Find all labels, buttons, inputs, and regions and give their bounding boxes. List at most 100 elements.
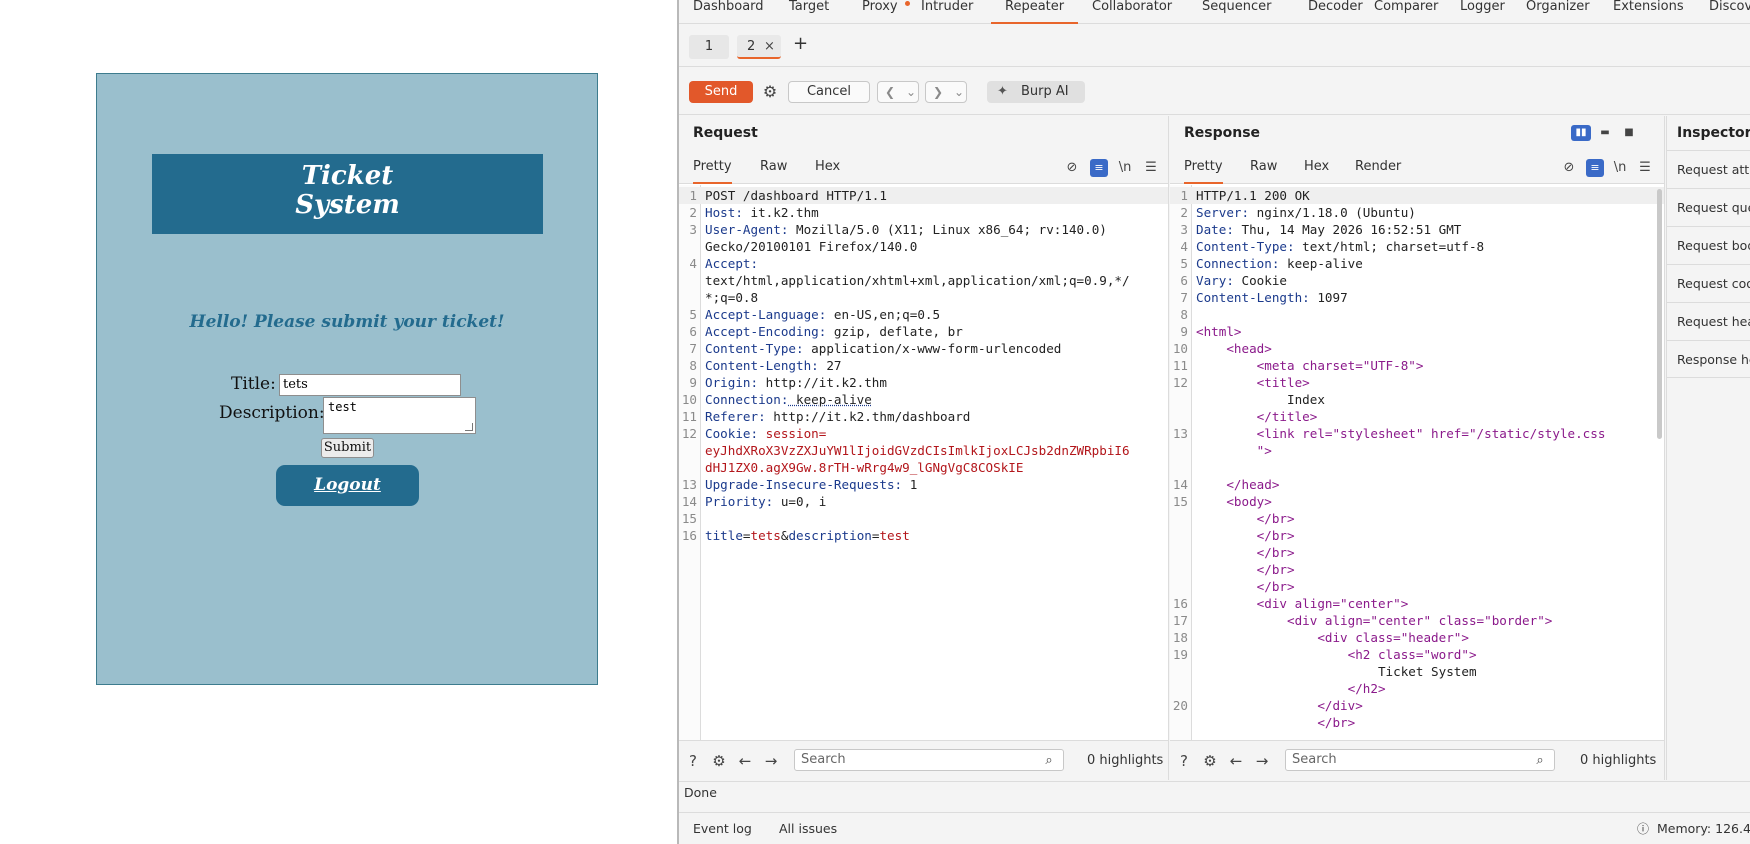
help-icon[interactable]: ? xyxy=(1174,751,1194,771)
line-content: </br> xyxy=(1196,561,1295,578)
line-number: 4 xyxy=(1180,239,1188,254)
response-view-tabs: Pretty Raw Hex Render ⊘ ≡ \n ☰ xyxy=(1170,150,1664,184)
menu-icon[interactable]: ☰ xyxy=(1636,159,1654,177)
inspector-response-headers[interactable]: Response headers xyxy=(1667,340,1750,378)
request-search-input[interactable]: Search xyxy=(794,749,1064,771)
line-content: <body> xyxy=(1196,493,1272,510)
tab-comparer[interactable]: Comparer xyxy=(1374,0,1438,24)
html-markup: </h2> xyxy=(1196,681,1386,696)
repeater-tab-2[interactable]: 2 × xyxy=(737,35,781,59)
wrap-icon[interactable]: ≡ xyxy=(1586,159,1604,177)
tab-extensions[interactable]: Extensions xyxy=(1613,0,1684,24)
burp-ai-button[interactable]: ✦ Burp AI xyxy=(987,81,1085,103)
tab-organizer[interactable]: Organizer xyxy=(1526,0,1590,24)
response-line: </br> xyxy=(1170,561,1664,578)
title-input[interactable]: tets xyxy=(279,374,461,396)
line-number: 17 xyxy=(1172,613,1188,628)
tab-logger[interactable]: Logger xyxy=(1460,0,1505,24)
layout-split-icon[interactable]: ▮▮ xyxy=(1571,125,1591,141)
response-line: 9 <html> xyxy=(1170,323,1664,340)
line-number: 13 xyxy=(681,477,697,492)
request-line: *;q=0.8 xyxy=(679,289,1168,306)
inspector-request-cookies[interactable]: Request cookies xyxy=(1667,264,1750,302)
line-number: 3 xyxy=(689,222,697,237)
header-name: Content-Type: xyxy=(705,341,804,356)
inspector-request-headers[interactable]: Request headers xyxy=(1667,302,1750,340)
response-line: 13 <link rel="stylesheet" href="/static/… xyxy=(1170,425,1664,442)
response-tab-render[interactable]: Render xyxy=(1355,150,1401,184)
line-number: 12 xyxy=(1172,375,1188,390)
response-line: 12 <title> xyxy=(1170,374,1664,391)
line-number: 11 xyxy=(681,409,697,424)
hide-icon[interactable]: ⊘ xyxy=(1560,159,1578,177)
html-markup: <div align="center" class="border"> xyxy=(1196,613,1553,628)
next-arrow-icon[interactable]: → xyxy=(761,751,781,771)
tab-proxy[interactable]: Proxy xyxy=(862,0,898,24)
request-tab-pretty[interactable]: Pretty xyxy=(693,150,732,184)
back-arrow-icon[interactable]: ❮ xyxy=(885,82,895,102)
logout-button[interactable]: Logout xyxy=(276,465,419,506)
inspector-request-body[interactable]: Request body parameters xyxy=(1667,226,1750,264)
response-line: 16 <div align="center"> xyxy=(1170,595,1664,612)
header-line-2: System xyxy=(295,190,400,220)
hide-icon[interactable]: ⊘ xyxy=(1063,159,1081,177)
next-arrow-icon[interactable]: → xyxy=(1252,751,1272,771)
header-value: 27 xyxy=(818,358,842,373)
response-pane: Response ▮▮ ▬ ■ Pretty Raw Hex Render ⊘ … xyxy=(1170,116,1665,780)
layout-rows-icon[interactable]: ▬ xyxy=(1595,125,1615,141)
header-name: Priority: xyxy=(705,494,774,509)
layout-single-icon[interactable]: ■ xyxy=(1619,125,1639,141)
forward-dropdown-icon[interactable]: ⌄ xyxy=(954,82,964,102)
close-tab-icon[interactable]: × xyxy=(764,35,775,59)
request-tab-hex[interactable]: Hex xyxy=(815,150,840,184)
tab-decoder[interactable]: Decoder xyxy=(1308,0,1363,24)
inspector-request-query[interactable]: Request query parameters xyxy=(1667,188,1750,226)
help-icon[interactable]: ? xyxy=(683,751,703,771)
description-label: Description: xyxy=(219,403,325,423)
inspector-request-attributes[interactable]: Request attributes xyxy=(1667,150,1750,188)
forward-arrow-icon[interactable]: ❯ xyxy=(933,82,943,102)
tab-collaborator[interactable]: Collaborator xyxy=(1092,0,1172,24)
request-editor[interactable]: 1 POST /dashboard HTTP/1.1 2 Host: it.k2.th… xyxy=(679,185,1168,740)
cancel-button[interactable]: Cancel xyxy=(788,81,870,103)
header-value: text/html; charset=utf-8 xyxy=(1294,239,1485,254)
request-tab-raw[interactable]: Raw xyxy=(760,150,787,184)
back-dropdown-icon[interactable]: ⌄ xyxy=(906,82,916,102)
line-number: 6 xyxy=(689,324,697,339)
html-markup: </br> xyxy=(1196,715,1356,730)
tab-dashboard[interactable]: Dashboard xyxy=(693,0,764,24)
all-issues-link[interactable]: All issues xyxy=(779,813,837,844)
request-line: 11 Referer: http://it.k2.thm/dashboard xyxy=(679,408,1168,425)
repeater-tab-1[interactable]: 1 xyxy=(689,35,729,59)
resize-grip-icon[interactable] xyxy=(465,423,473,431)
newline-toggle[interactable]: \n xyxy=(1116,159,1134,177)
submit-button[interactable]: Submit xyxy=(321,438,374,458)
tab-discover[interactable]: Discover xyxy=(1709,0,1750,24)
event-log-link[interactable]: Event log xyxy=(693,813,752,844)
tab-target[interactable]: Target xyxy=(789,0,829,24)
request-line: 12 Cookie: session= xyxy=(679,425,1168,442)
html-markup: <h2 class="word"> xyxy=(1196,647,1477,662)
line-content: </title> xyxy=(1196,408,1318,425)
response-line: Ticket System xyxy=(1170,663,1664,680)
scrollbar-thumb[interactable] xyxy=(1657,189,1662,439)
wrap-icon[interactable]: ≡ xyxy=(1090,159,1108,177)
send-button[interactable]: Send xyxy=(689,81,753,103)
gear-icon[interactable]: ⚙ xyxy=(759,81,781,103)
tab-repeater[interactable]: Repeater xyxy=(991,0,1079,24)
tab-intruder[interactable]: Intruder xyxy=(921,0,973,24)
prev-arrow-icon[interactable]: ← xyxy=(1226,751,1246,771)
description-textarea[interactable]: test xyxy=(323,397,476,434)
add-tab-icon[interactable]: + xyxy=(793,33,808,54)
response-tab-hex[interactable]: Hex xyxy=(1304,150,1329,184)
tab-sequencer[interactable]: Sequencer xyxy=(1202,0,1271,24)
newline-toggle[interactable]: \n xyxy=(1611,159,1629,177)
gear-icon[interactable]: ⚙ xyxy=(709,751,729,771)
response-editor[interactable]: 1 HTTP/1.1 200 OK 2 Server: nginx/1.18.0 (U… xyxy=(1170,185,1664,740)
menu-icon[interactable]: ☰ xyxy=(1142,159,1160,177)
response-tab-pretty[interactable]: Pretty xyxy=(1184,150,1223,184)
gear-icon[interactable]: ⚙ xyxy=(1200,751,1220,771)
prev-arrow-icon[interactable]: ← xyxy=(735,751,755,771)
response-search-input[interactable]: Search xyxy=(1285,749,1555,771)
response-tab-raw[interactable]: Raw xyxy=(1250,150,1277,184)
